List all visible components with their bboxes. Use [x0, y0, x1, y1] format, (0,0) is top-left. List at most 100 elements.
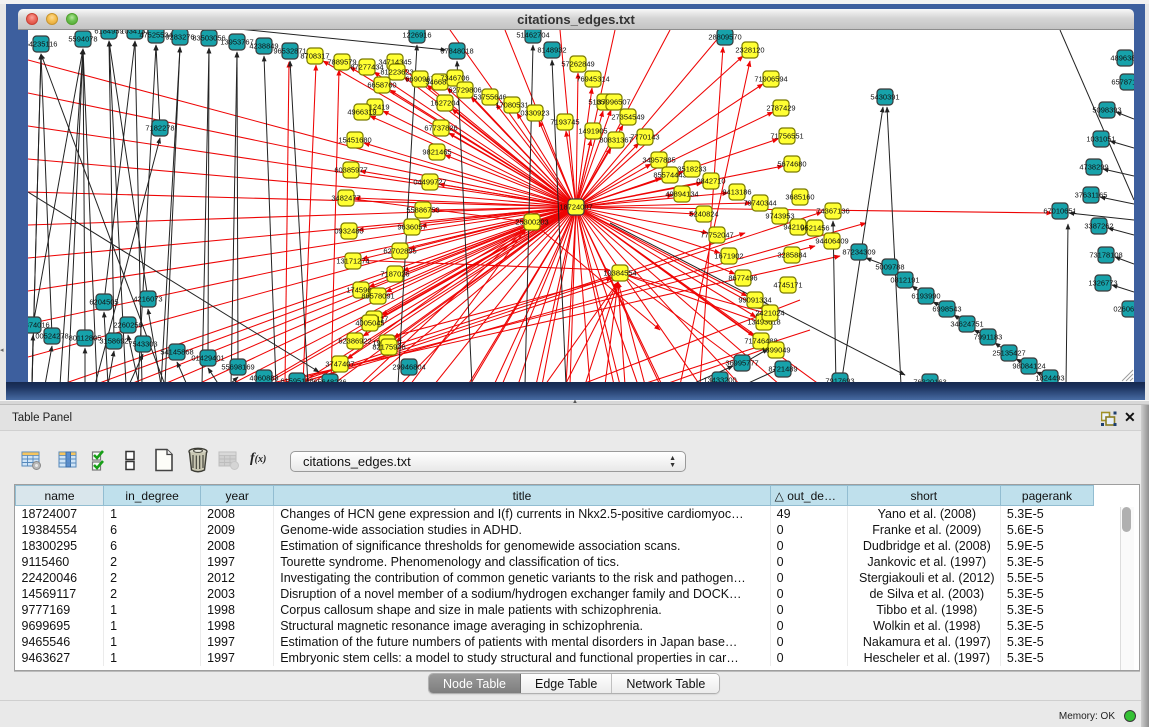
- svg-text:3387262: 3387262: [1084, 222, 1113, 231]
- svg-text:71756551: 71756551: [770, 132, 803, 141]
- svg-text:4216073: 4216073: [133, 295, 162, 304]
- svg-text:2421024: 2421024: [755, 309, 784, 318]
- svg-text:7182278: 7182278: [145, 124, 174, 133]
- svg-text:1326773: 1326773: [1088, 279, 1117, 288]
- svg-text:28809570: 28809570: [708, 33, 741, 42]
- svg-text:7770143: 7770143: [630, 133, 659, 142]
- svg-text:65787133: 65787133: [1111, 78, 1144, 87]
- svg-text:7991183: 7991183: [974, 333, 1003, 342]
- svg-text:9821465: 9821465: [422, 148, 451, 157]
- svg-text:04499727: 04499727: [413, 178, 446, 187]
- svg-text:4966319: 4966319: [347, 108, 376, 117]
- svg-text:97848018: 97848018: [440, 47, 473, 56]
- svg-text:37631165: 37631165: [1075, 191, 1108, 200]
- svg-text:0932480: 0932480: [334, 227, 363, 236]
- svg-text:86578091: 86578091: [361, 292, 394, 301]
- svg-text:37996507: 37996507: [597, 98, 630, 107]
- svg-text:27354549: 27354549: [611, 113, 644, 122]
- svg-text:71906594: 71906594: [754, 75, 787, 84]
- svg-text:7187026: 7187026: [380, 270, 409, 279]
- svg-text:1226916: 1226916: [402, 31, 431, 40]
- svg-text:73178108: 73178108: [1089, 251, 1122, 260]
- svg-text:7346706: 7346706: [440, 74, 469, 83]
- svg-text:4896383: 4896383: [1110, 54, 1139, 63]
- svg-text:7543303: 7543303: [128, 340, 157, 349]
- svg-text:8148932: 8148932: [537, 46, 566, 55]
- svg-text:18724007: 18724007: [559, 203, 592, 212]
- svg-text:74367136: 74367136: [816, 207, 849, 216]
- svg-text:5674680: 5674680: [777, 160, 806, 169]
- svg-text:4745171: 4745171: [773, 281, 802, 290]
- svg-text:0330923: 0330923: [520, 109, 549, 118]
- svg-text:2328120: 2328120: [735, 46, 764, 55]
- svg-text:1627204: 1627204: [430, 99, 459, 108]
- svg-text:79740344: 79740344: [743, 199, 776, 208]
- svg-text:36995777: 36995777: [725, 359, 758, 368]
- svg-text:8677496: 8677496: [728, 274, 757, 283]
- svg-text:3685160: 3685160: [785, 193, 814, 202]
- svg-text:62702895: 62702895: [383, 247, 416, 256]
- svg-text:54145868: 54145868: [160, 348, 193, 357]
- svg-text:8708317: 8708317: [300, 52, 329, 61]
- svg-text:29946804: 29946804: [392, 363, 425, 372]
- svg-text:25300203: 25300203: [515, 218, 548, 227]
- svg-text:6193990: 6193990: [911, 292, 940, 301]
- svg-text:1031051: 1031051: [1086, 135, 1115, 144]
- svg-text:4738299: 4738299: [1079, 163, 1108, 172]
- svg-text:02606474: 02606474: [1113, 305, 1146, 314]
- svg-text:34957885: 34957885: [642, 156, 675, 165]
- svg-text:54235116: 54235116: [25, 40, 58, 49]
- svg-text:2260256: 2260256: [113, 321, 142, 330]
- svg-text:2787429: 2787429: [766, 104, 795, 113]
- svg-text:1491905: 1491905: [578, 127, 607, 136]
- svg-text:00524278: 00524278: [35, 332, 68, 341]
- svg-text:6204505: 6204505: [89, 298, 118, 307]
- svg-text:0842710: 0842710: [696, 177, 725, 186]
- svg-text:6658760: 6658760: [367, 81, 396, 90]
- svg-text:3747407: 3747407: [325, 360, 354, 369]
- svg-text:57262849: 57262849: [561, 60, 594, 69]
- svg-text:87234309: 87234309: [842, 248, 875, 257]
- svg-text:5009788: 5009788: [875, 263, 904, 272]
- svg-text:13171274: 13171274: [336, 257, 369, 266]
- svg-text:82175946: 82175946: [372, 343, 405, 352]
- svg-text:01429401: 01429401: [191, 354, 224, 363]
- svg-text:5098393: 5098393: [1092, 106, 1121, 115]
- svg-text:9283276: 9283276: [165, 33, 194, 42]
- svg-text:15451680: 15451680: [338, 136, 371, 145]
- svg-text:55886753: 55886753: [406, 206, 439, 215]
- svg-text:5594078: 5594078: [68, 35, 97, 44]
- svg-text:34624751: 34624751: [950, 320, 983, 329]
- svg-text:94406409: 94406409: [815, 237, 848, 246]
- svg-text:80112805: 80112805: [69, 334, 102, 343]
- svg-text:77752047: 77752047: [700, 231, 733, 240]
- svg-text:51462704: 51462704: [516, 31, 549, 40]
- svg-text:80831367: 80831367: [599, 136, 632, 145]
- svg-text:98084124: 98084124: [1012, 362, 1045, 371]
- svg-text:55698169: 55698169: [221, 363, 254, 372]
- svg-text:99091334: 99091334: [738, 296, 771, 305]
- svg-text:3518233: 3518233: [677, 165, 706, 174]
- svg-text:1671902: 1671902: [714, 252, 743, 261]
- svg-text:19384554: 19384554: [603, 269, 636, 278]
- svg-text:5240824: 5240824: [689, 210, 718, 219]
- svg-text:62386922: 62386922: [338, 337, 371, 346]
- svg-text:67737826: 67737826: [424, 124, 457, 133]
- svg-text:76945314: 76945314: [576, 75, 609, 84]
- svg-text:3285884: 3285884: [777, 251, 806, 260]
- svg-text:25135427: 25135427: [992, 349, 1025, 358]
- svg-text:34874016: 34874016: [16, 321, 49, 330]
- svg-text:7193745: 7193745: [550, 118, 579, 127]
- svg-text:60385977: 60385977: [334, 166, 367, 175]
- svg-text:9521456: 9521456: [800, 224, 829, 233]
- svg-text:9743953: 9743953: [765, 212, 794, 221]
- svg-text:8721489: 8721489: [768, 365, 797, 374]
- svg-text:1399049: 1399049: [761, 346, 790, 355]
- svg-text:9636057: 9636057: [397, 223, 426, 232]
- svg-text:4005045: 4005045: [355, 319, 384, 328]
- svg-text:49894134: 49894134: [665, 190, 698, 199]
- svg-text:6998543: 6998543: [932, 305, 961, 314]
- svg-text:3158692: 3158692: [99, 337, 128, 346]
- svg-text:3482477: 3482477: [331, 194, 360, 203]
- svg-text:5430391: 5430391: [870, 93, 899, 102]
